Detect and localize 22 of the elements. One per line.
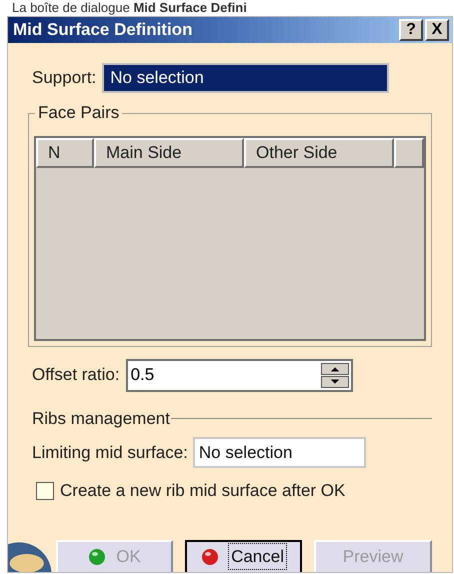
column-header[interactable] xyxy=(394,138,424,168)
support-field[interactable]: No selection xyxy=(102,62,390,92)
field-label: Limiting mid surface: xyxy=(32,442,188,464)
field-label: Offset ratio: xyxy=(32,364,120,386)
column-header[interactable]: Other Side xyxy=(244,138,394,168)
section-title: Ribs management xyxy=(32,408,170,430)
checkbox[interactable] xyxy=(36,482,54,500)
ball-icon xyxy=(201,548,220,566)
spinner-control[interactable] xyxy=(320,362,349,388)
offset-ratio-field[interactable]: 0.5 xyxy=(126,358,353,392)
title-bar-button[interactable]: X xyxy=(425,18,449,41)
checkbox-label: Create a new rib mid surface after OK xyxy=(60,480,346,502)
limiting-surface-field[interactable]: No selection xyxy=(192,437,366,468)
window-title: Mid Surface Definition xyxy=(13,19,194,41)
field-value: 0.5 xyxy=(130,364,156,386)
caption-text: La boîte de dialogue Mid Surface Defini xyxy=(12,0,247,16)
column-header[interactable]: N xyxy=(36,138,94,168)
cancel-button[interactable]: Cancel xyxy=(185,540,302,572)
field-label: Support: xyxy=(32,66,96,89)
title-bar-button[interactable]: ? xyxy=(399,18,423,41)
ball-icon xyxy=(88,548,106,566)
column-header[interactable]: Main Side xyxy=(94,138,244,168)
